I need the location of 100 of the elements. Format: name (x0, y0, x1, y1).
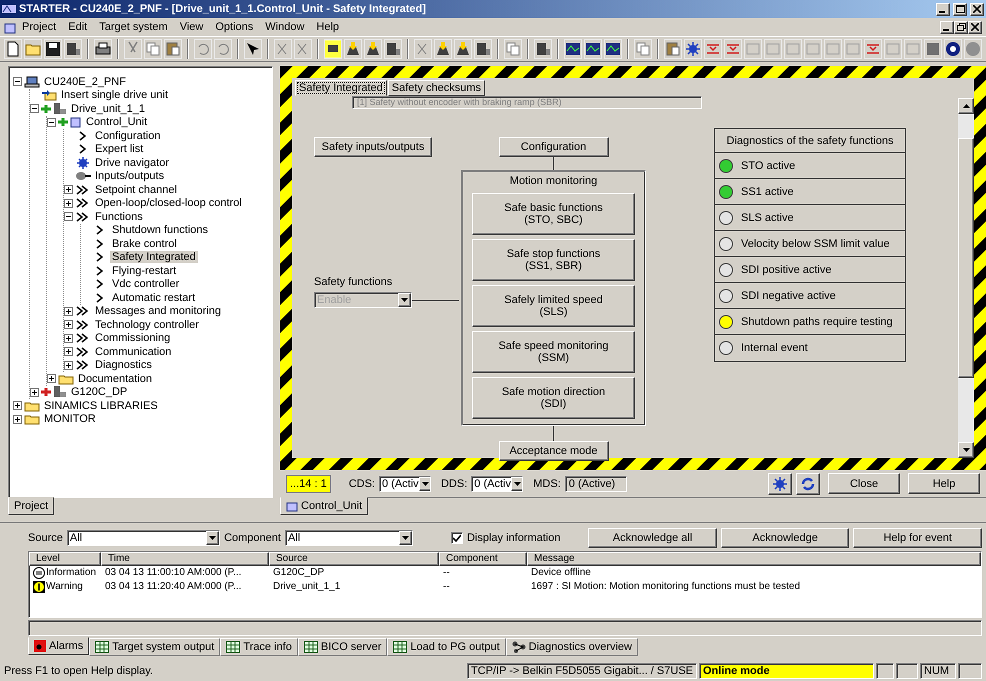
tree-item[interactable]: Messages and monitoring (93, 305, 223, 318)
tree-item[interactable]: G120C_DP (69, 386, 130, 398)
tab[interactable]: Project (8, 497, 54, 515)
toolbar-button[interactable] (584, 39, 602, 59)
toolbar-button[interactable] (944, 39, 962, 59)
document-tab[interactable]: Control_Unit (280, 497, 368, 515)
expand-toggle[interactable] (64, 198, 73, 208)
expand-toggle[interactable] (47, 374, 56, 384)
tree-item[interactable]: Drive_unit_1_1 (69, 102, 147, 115)
tab[interactable]: Safety checksums (388, 80, 486, 96)
tree-item[interactable]: MONITOR (42, 413, 98, 426)
toolbar-button[interactable] (534, 39, 552, 59)
tab[interactable]: Load to PG output (387, 638, 506, 656)
collapse-toggle[interactable] (64, 212, 73, 222)
expand-toggle[interactable] (64, 320, 73, 330)
expand-toggle[interactable] (64, 334, 73, 343)
component-dropdown[interactable]: All (284, 530, 414, 546)
alarm-button[interactable]: Acknowledge (720, 528, 850, 548)
toolbar-button[interactable] (44, 39, 62, 59)
tree-item[interactable]: Brake control (110, 238, 179, 250)
tree-item[interactable]: SINAMICS LIBRARIES (42, 400, 160, 412)
tree-item[interactable]: Configuration (93, 130, 162, 142)
tab[interactable]: Alarms (28, 637, 90, 656)
dds-dropdown[interactable]: 0 (Activ (471, 476, 524, 492)
tree-item[interactable]: Control_Unit (84, 116, 150, 128)
toolbar-button[interactable] (684, 39, 702, 59)
column-header[interactable]: Level (29, 552, 101, 566)
tree-item[interactable]: CU240E_2_PNF (42, 76, 128, 88)
tree-item[interactable]: Insert single drive unit (59, 89, 170, 102)
tree-item[interactable]: Inputs/outputs (93, 170, 166, 182)
scrollbar[interactable] (958, 98, 974, 458)
expand-toggle[interactable] (13, 401, 22, 410)
tree-item[interactable]: Flying-restart (110, 264, 178, 277)
menu-item[interactable]: Project (16, 21, 62, 33)
toolbar-button[interactable] (324, 39, 342, 59)
function-button[interactable]: Safe speed monitoring (SSM) (472, 331, 635, 373)
column-header[interactable]: Message (527, 552, 981, 566)
tree-item[interactable]: Vdc controller (110, 278, 182, 290)
collapse-toggle[interactable] (47, 118, 56, 127)
function-button[interactable]: Safely limited speed (SLS) (472, 285, 635, 327)
toolbar-button[interactable] (434, 39, 452, 59)
toolbar-button[interactable] (4, 39, 22, 59)
tree-item[interactable]: Automatic restart (110, 292, 198, 304)
tree-item[interactable]: Drive navigator (93, 156, 171, 169)
minimize-button[interactable] (940, 20, 954, 34)
menu-item[interactable]: Window (259, 21, 310, 33)
menu-item[interactable]: Edit (62, 21, 94, 33)
tree-item[interactable]: Safety Integrated (110, 251, 198, 264)
toolbar-button[interactable] (94, 39, 112, 59)
tree-item[interactable]: Diagnostics (93, 359, 154, 372)
toolbar-button[interactable] (454, 39, 472, 59)
tab[interactable]: Diagnostics overview (506, 638, 638, 656)
restore-button[interactable] (954, 20, 968, 34)
configuration-button[interactable]: Configuration (498, 137, 608, 157)
tree-item[interactable]: Commissioning (93, 332, 172, 344)
expand-toggle[interactable] (64, 360, 73, 370)
safety-io-button[interactable]: Safety inputs/outputs (314, 137, 432, 157)
toolbar-button[interactable] (244, 39, 262, 59)
tree-item[interactable]: Shutdown functions (110, 224, 210, 236)
checkbox[interactable] (451, 532, 463, 544)
maximize-button[interactable] (953, 2, 967, 16)
column-header[interactable]: Component (439, 552, 527, 566)
toolbar-button[interactable] (64, 39, 82, 59)
toolbar-button[interactable] (164, 39, 182, 59)
tree-item[interactable]: Documentation (76, 372, 154, 385)
tab[interactable]: Target system output (89, 638, 220, 656)
toolbar-button[interactable] (664, 39, 682, 59)
alarm-button[interactable]: Help for event (853, 528, 982, 548)
toolbar-button[interactable] (604, 39, 622, 59)
function-button[interactable]: Safe motion direction (SDI) (472, 377, 635, 419)
menu-item[interactable]: View (174, 21, 210, 33)
toolbar-button[interactable] (364, 39, 382, 59)
tree-item[interactable]: Expert list (93, 143, 146, 156)
tree-item[interactable]: Setpoint channel (93, 184, 179, 196)
alarm-button[interactable]: Acknowledge all (588, 528, 717, 548)
tree-item[interactable]: Functions (93, 210, 145, 223)
tree-item[interactable]: Open-loop/closed-loop control (93, 197, 244, 210)
expand-toggle[interactable] (30, 388, 39, 397)
acceptance-mode-button[interactable]: Acceptance mode (498, 441, 608, 461)
tab[interactable]: Safety Integrated (295, 80, 387, 96)
close-button[interactable] (968, 20, 982, 34)
menu-item[interactable]: Help (310, 21, 346, 33)
minimize-button[interactable] (936, 2, 950, 16)
expand-toggle[interactable] (64, 347, 73, 356)
close-button[interactable] (970, 2, 984, 16)
expand-toggle[interactable] (64, 185, 73, 194)
function-button[interactable]: Safe stop functions (SS1, SBR) (472, 239, 635, 281)
expand-toggle[interactable] (64, 306, 73, 316)
collapse-toggle[interactable] (30, 104, 39, 114)
tab[interactable]: Trace info (220, 638, 298, 656)
toolbar-button[interactable] (564, 39, 582, 59)
tree-item[interactable]: Communication (93, 346, 174, 358)
source-dropdown[interactable]: All (66, 530, 220, 546)
dialog-button[interactable]: Close (828, 473, 900, 494)
menu-item[interactable]: Target system (93, 21, 174, 33)
expand-toggle[interactable] (13, 414, 22, 424)
collapse-toggle[interactable] (13, 77, 22, 86)
toolbar-button[interactable] (474, 39, 492, 59)
function-button[interactable]: Safe basic functions (STO, SBC) (472, 193, 635, 235)
tree-item[interactable]: Technology controller (93, 318, 201, 331)
